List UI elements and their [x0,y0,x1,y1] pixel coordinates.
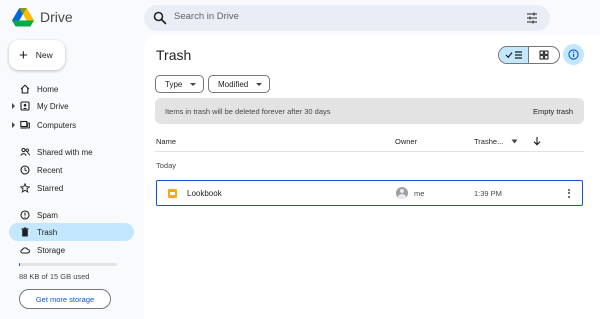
get-more-storage-button[interactable]: Get more storage [19,289,111,309]
storage-progress-bar [19,263,117,266]
sidebar-item-label: Recent [37,166,63,175]
table-row[interactable]: Lookbook me 1:39 PM [156,180,583,206]
header-divider [155,151,584,152]
new-button-label: New [35,50,53,60]
sidebar-item-label: Computers [37,121,77,130]
storage-usage-text: 88 KB of 15 GB used [19,272,90,281]
sidebar-item-home[interactable]: Home [9,80,134,98]
sidebar-item-label: Spam [37,211,58,220]
my-drive-icon [20,101,30,111]
slides-file-icon [168,189,177,198]
filter-chip-label: Type [165,79,183,89]
sidebar-item-label: Starred [37,184,64,193]
drive-logo-icon [12,8,34,27]
app-name: Drive [40,9,73,25]
chevron-down-icon [256,82,263,86]
sort-dropdown-icon[interactable] [511,139,518,144]
drive-logo[interactable]: Drive [12,7,73,27]
grid-icon [539,50,549,60]
sidebar-item-recent[interactable]: Recent [9,161,134,179]
trash-icon [21,227,29,237]
search-input[interactable] [174,11,474,22]
column-header-owner[interactable]: Owner [395,137,417,146]
filter-chip-label: Modified [218,79,249,89]
sidebar-item-label: My Drive [37,102,69,111]
sidebar-item-computers[interactable]: Computers [9,116,134,134]
storage-progress-fill [19,263,20,266]
details-button[interactable] [563,44,584,65]
computers-icon [20,120,30,129]
group-label-today: Today [156,161,177,170]
expand-caret-icon[interactable] [12,122,15,128]
star-icon [20,183,30,193]
info-icon [568,49,579,60]
file-name: Lookbook [187,189,222,198]
sidebar-item-my-drive[interactable]: My Drive [9,97,134,115]
search-icon[interactable] [153,11,167,25]
cloud-icon [20,247,30,254]
filter-modified-chip[interactable]: Modified [208,75,271,93]
clock-icon [20,165,30,175]
trash-info-banner: Items in trash will be deleted forever a… [155,98,584,124]
spam-icon [20,210,30,220]
page-title: Trash [156,47,192,63]
search-bar[interactable] [144,5,550,31]
search-options-icon[interactable] [525,11,539,25]
sidebar-item-spam[interactable]: Spam [9,206,134,224]
empty-trash-button[interactable]: Empty trash [533,107,573,116]
sidebar-item-label: Storage [37,246,66,255]
chevron-down-icon [190,82,197,86]
banner-text: Items in trash will be deleted forever a… [165,107,331,116]
sidebar-item-trash[interactable]: Trash [9,223,134,241]
sidebar-item-starred[interactable]: Starred [9,179,134,197]
sidebar-item-label: Shared with me [37,148,93,157]
column-header-trashed-label: Trashe... [474,137,504,146]
checkmark-list-icon [505,51,522,59]
main-panel: Trash Type Modified Items in trash will … [144,35,600,319]
sidebar-item-shared-with-me[interactable]: Shared with me [9,143,134,161]
column-header-name[interactable]: Name [156,137,176,146]
view-toggle [498,46,560,64]
file-trashed-date: 1:39 PM [474,189,502,198]
plus-icon: + [19,46,28,64]
expand-caret-icon[interactable] [12,103,15,109]
filter-type-chip[interactable]: Type [155,75,205,93]
more-actions-icon[interactable] [565,186,573,200]
home-icon [20,84,30,94]
sidebar-item-label: Home [37,85,59,94]
list-view-button[interactable] [499,47,530,63]
grid-view-button[interactable] [529,47,559,63]
column-header-trashed[interactable]: Trashe... [474,137,503,146]
sort-arrow-down-icon[interactable] [533,136,541,146]
new-button[interactable]: + New [9,40,65,70]
file-owner: me [414,189,425,198]
shared-icon [20,147,30,156]
sidebar-item-label: Trash [37,228,58,237]
sidebar-item-storage[interactable]: Storage [9,241,134,259]
owner-avatar [396,187,408,199]
